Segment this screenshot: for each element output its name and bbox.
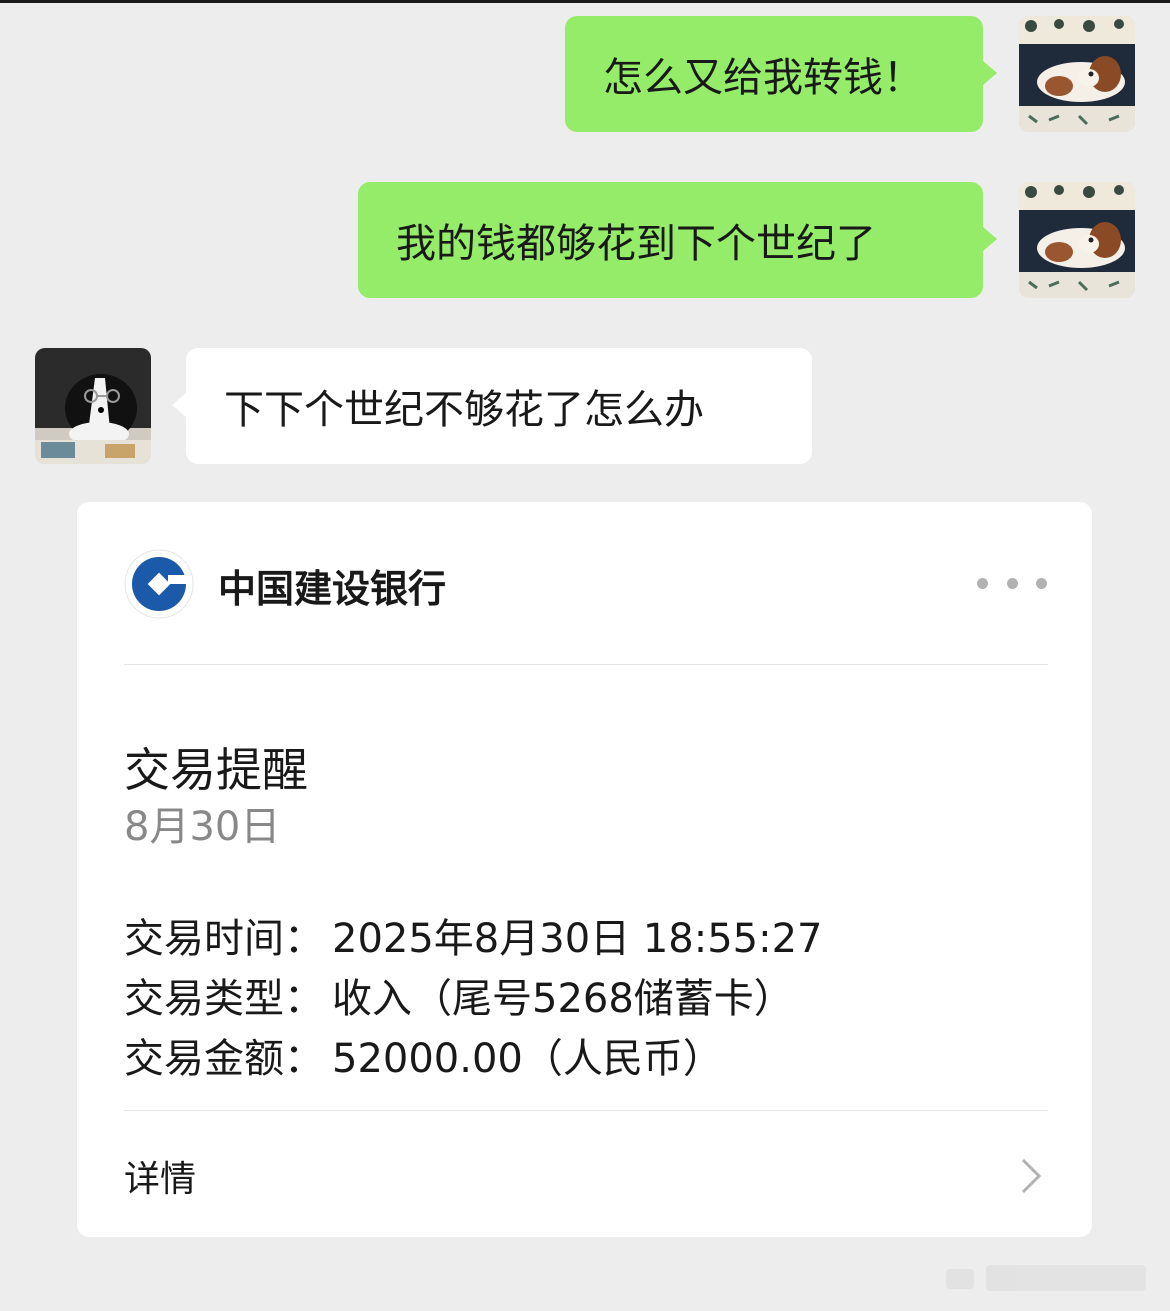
chevron-right-icon[interactable] [1017,1156,1045,1196]
ccb-logo-icon [124,549,194,619]
bubble-tail [172,393,186,417]
transaction-time-row: 交易时间： 2025年8月30日 18:55:27 [124,906,823,964]
divider [124,664,1048,665]
more-icon[interactable] [977,574,1047,592]
dog-avatar-icon[interactable] [1019,16,1135,132]
bank-notification-card[interactable]: 中国建设银行 交易提醒 8月30日 交易时间： 2025年8月30日 18:55:… [77,502,1092,1237]
field-label: 交易时间： [124,916,324,962]
dog-avatar-icon[interactable] [1019,182,1135,298]
message-text: 我的钱都够花到下个世纪了 [396,221,876,267]
message-text: 怎么又给我转钱！ [603,55,923,101]
details-link[interactable]: 详情 [124,1150,196,1202]
bubble-tail [983,227,997,251]
notification-title: 交易提醒 [124,743,308,797]
my-message-bubble[interactable]: 我的钱都够花到下个世纪了 [358,182,983,298]
my-message-bubble[interactable]: 怎么又给我转钱！ [565,16,983,132]
watermark [946,1259,1156,1297]
divider [124,1110,1048,1111]
bubble-tail [983,61,997,85]
transaction-type-row: 交易类型： 收入（尾号5268储蓄卡） [124,966,794,1024]
transaction-amount-row: 交易金额： 52000.00（人民币） [124,1026,723,1084]
field-label: 交易类型： [124,976,324,1022]
field-value: 52000.00（人民币） [332,1036,723,1082]
field-value: 2025年8月30日 18:55:27 [332,916,823,962]
field-value: 收入（尾号5268储蓄卡） [332,976,794,1022]
message-text: 下下个世纪不够花了怎么办 [224,387,704,433]
top-edge [0,0,1170,3]
border-collie-avatar-icon[interactable] [35,348,151,464]
other-message-bubble[interactable]: 下下个世纪不够花了怎么办 [186,348,812,464]
bank-name: 中国建设银行 [218,567,447,611]
field-label: 交易金额： [124,1036,324,1082]
notification-date: 8月30日 [124,804,281,850]
